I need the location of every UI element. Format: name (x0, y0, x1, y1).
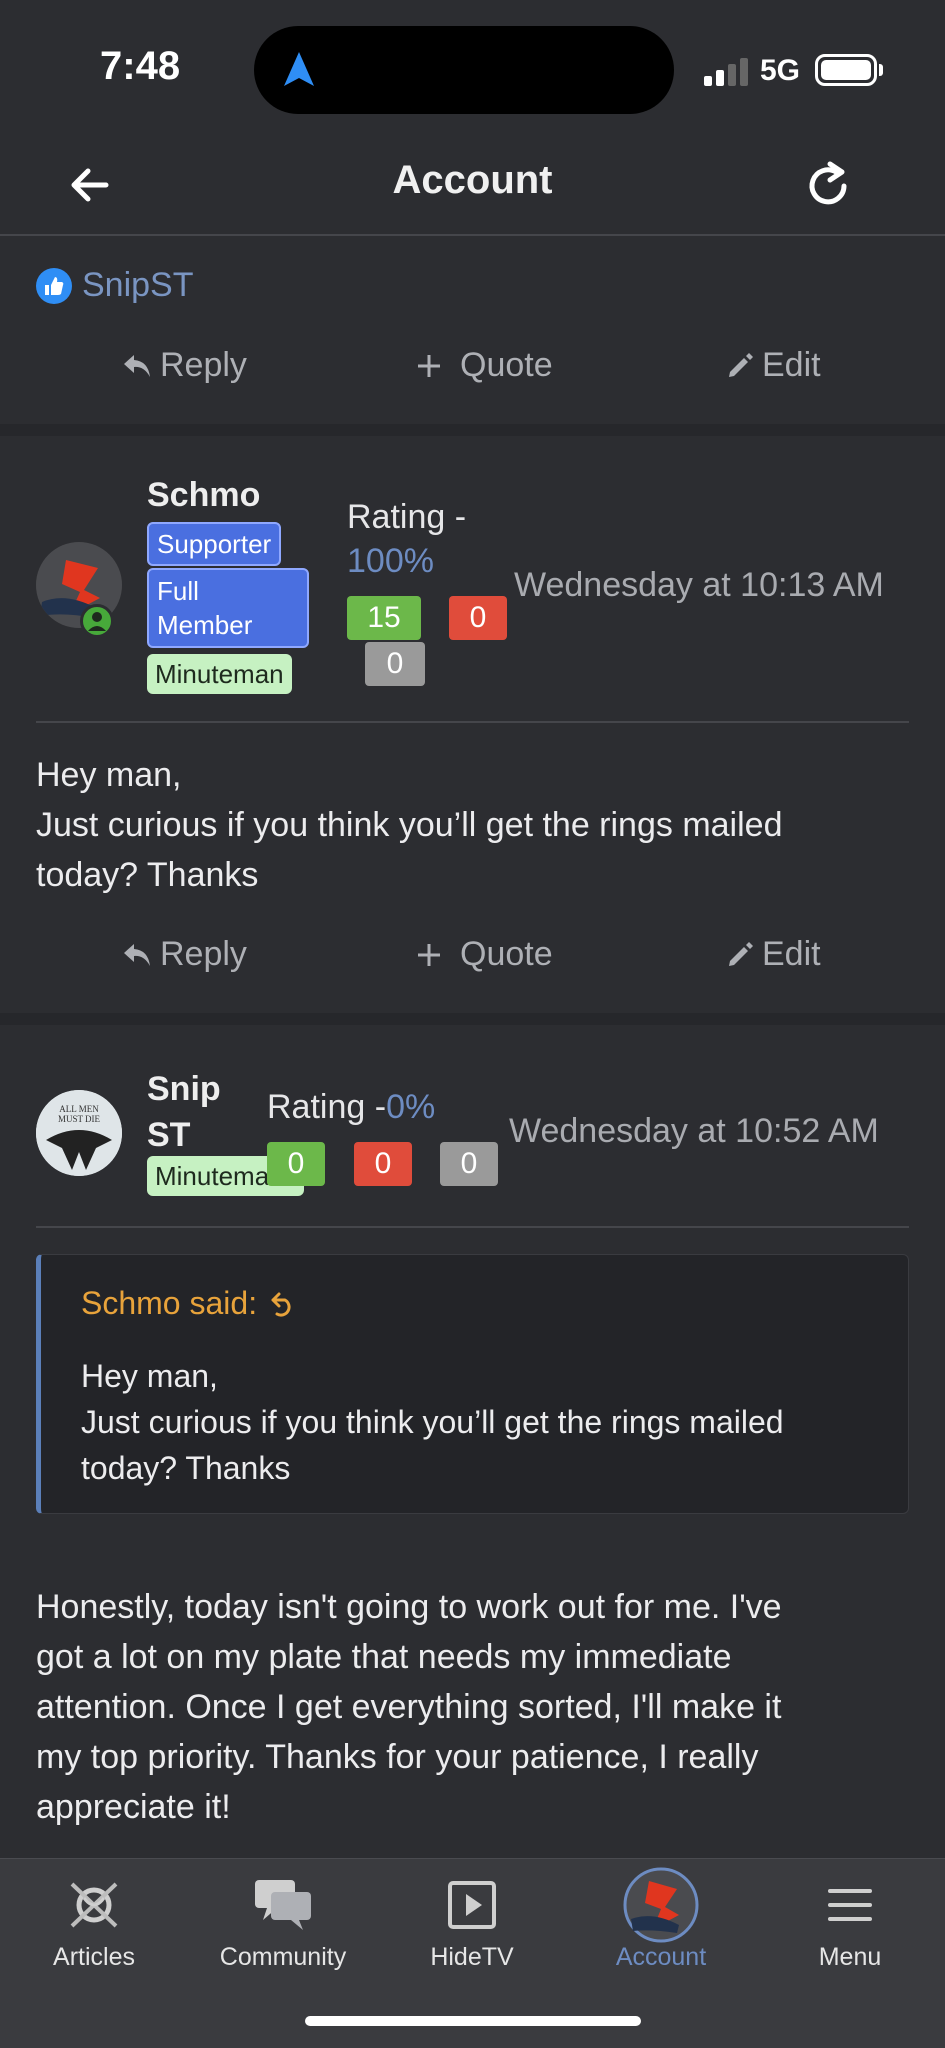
reply-icon (124, 943, 150, 966)
post-body-line: today? Thanks (36, 856, 259, 894)
quote-line: Hey man, (81, 1358, 218, 1394)
tab-community-label: Community (219, 1943, 347, 1971)
post-separator (0, 1013, 945, 1025)
badge-minuteman: Minuteman (147, 654, 292, 694)
quote-label: Quote (460, 935, 553, 973)
tab-hidetv-label: HideTV (430, 1943, 514, 1971)
post-author[interactable]: Schmo (147, 476, 260, 515)
rating-percent: 100% (347, 542, 434, 580)
post-body-line: Just curious if you think you’ll get the… (36, 806, 783, 844)
neutral-count[interactable]: 0 (365, 642, 425, 686)
negative-count[interactable]: 0 (449, 596, 507, 640)
quote-text: Hey man, Just curious if you think you’l… (81, 1353, 881, 1491)
rating-label: Rating - (267, 1088, 387, 1126)
reply-icon (124, 354, 150, 377)
quote-block: Schmo said: Hey man, Just curious if you… (36, 1254, 909, 1514)
thumbs-up-icon (36, 267, 72, 304)
post-author[interactable]: Snip ST (147, 1066, 221, 1158)
quote-author-label: Schmo said: (81, 1285, 258, 1321)
tab-articles-label: Articles (53, 1943, 135, 1971)
post-body-line: got a lot on my plate that needs my imme… (36, 1638, 732, 1676)
avatar-icon (586, 1867, 736, 1943)
pencil-icon (729, 352, 753, 377)
neutral-count[interactable]: 0 (440, 1142, 498, 1186)
liked-by-name[interactable]: SnipST (82, 266, 194, 305)
community-icon (208, 1875, 358, 1935)
refresh-icon[interactable] (800, 158, 856, 214)
tab-hidetv[interactable]: HideTV (397, 1875, 547, 1972)
signal-icon (704, 58, 748, 86)
menu-icon (775, 1875, 925, 1935)
tab-account-label: Account (615, 1943, 707, 1971)
plus-icon (418, 943, 440, 966)
post-actions: Reply Quote Edit (0, 935, 945, 995)
tab-articles[interactable]: Articles (19, 1875, 169, 1972)
quote-button[interactable]: Quote (416, 935, 553, 974)
go-to-original-icon[interactable] (269, 1290, 297, 1318)
avatar-text: MUST DIE (58, 1114, 101, 1124)
badge-full-member: Full Member (147, 568, 309, 648)
battery-cap (879, 64, 883, 76)
network-label: 5G (760, 54, 801, 87)
rating-percent: 0% (386, 1088, 436, 1126)
rating-label: Rating - (347, 498, 467, 536)
post-separator (0, 424, 945, 436)
reply-button[interactable]: Reply (122, 346, 247, 385)
reply-label: Reply (160, 346, 247, 384)
tab-menu[interactable]: Menu (775, 1875, 925, 1972)
online-status-icon (80, 604, 114, 638)
post-author-line: ST (147, 1116, 191, 1154)
post-date[interactable]: Wednesday at 10:13 AM (514, 566, 884, 605)
reply-label: Reply (160, 935, 247, 973)
status-bar: 7:48 5G (0, 0, 945, 140)
badge-supporter: Supporter (147, 522, 282, 566)
post-body: Honestly, today isn't going to work out … (36, 1582, 909, 1832)
edit-button[interactable]: Edit (726, 346, 821, 385)
avatar[interactable]: ALL MEN MUST DIE (36, 1090, 122, 1176)
pencil-icon (729, 941, 753, 966)
dynamic-island (254, 26, 674, 114)
post-author-line: Snip (147, 1070, 221, 1108)
edit-label: Edit (762, 346, 821, 384)
post-body-line: my top priority. Thanks for your patienc… (36, 1738, 759, 1776)
status-time: 7:48 (100, 44, 181, 88)
post-actions: Reply Quote Edit (0, 346, 945, 406)
positive-count[interactable]: 0 (267, 1142, 325, 1186)
location-arrow-icon (284, 52, 314, 86)
reply-button[interactable]: Reply (122, 935, 247, 974)
tab-menu-label: Menu (818, 1943, 882, 1971)
post-body-line: Honestly, today isn't going to work out … (36, 1588, 782, 1626)
edit-label: Edit (762, 935, 821, 973)
play-icon (397, 1875, 547, 1935)
quote-author[interactable]: Schmo said: (81, 1285, 297, 1322)
battery-icon (815, 54, 877, 86)
quote-label: Quote (460, 346, 553, 384)
quote-button[interactable]: Quote (416, 346, 553, 385)
post-body-line: attention. Once I get everything sorted,… (36, 1688, 782, 1726)
post-body: Hey man, Just curious if you think you’l… (36, 750, 909, 900)
liked-by[interactable]: SnipST (36, 266, 194, 305)
quote-line: Just curious if you think you’ll get the… (81, 1404, 784, 1440)
app-header: Account (0, 140, 945, 236)
post-body-line: appreciate it! (36, 1788, 231, 1826)
home-indicator[interactable] (305, 2016, 641, 2026)
plus-icon (418, 354, 440, 377)
articles-icon (19, 1875, 169, 1935)
post-body-line: Hey man, (36, 756, 182, 794)
avatar-text: ALL MEN (59, 1104, 99, 1114)
rating: Rating -0% (267, 1088, 435, 1127)
edit-button[interactable]: Edit (726, 935, 821, 974)
divider (36, 1226, 909, 1228)
tab-community[interactable]: Community (208, 1875, 358, 1972)
post-date[interactable]: Wednesday at 10:52 AM (509, 1112, 879, 1151)
divider (36, 721, 909, 723)
quote-line: today? Thanks (81, 1450, 291, 1486)
negative-count[interactable]: 0 (354, 1142, 412, 1186)
positive-count[interactable]: 15 (347, 596, 421, 640)
tab-account[interactable]: Account (586, 1867, 736, 1972)
